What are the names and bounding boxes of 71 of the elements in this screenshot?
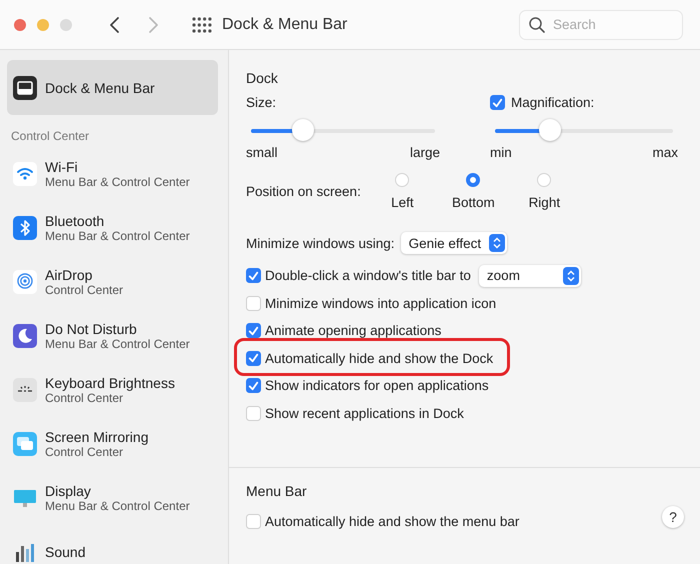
option-label: Show indicators for open applications — [265, 378, 489, 394]
grid-icon[interactable] — [192, 16, 212, 32]
screen-mirroring-icon — [13, 432, 37, 456]
item-title: Sound — [45, 544, 86, 560]
bluetooth-icon — [13, 216, 37, 240]
checkbox[interactable] — [246, 350, 261, 366]
sidebar-item[interactable]: Wi-Fi Menu Bar & Control Center — [7, 147, 218, 201]
item-subtitle: Menu Bar & Control Center — [45, 228, 190, 244]
section-label: Control Center — [10, 128, 90, 145]
position-radio[interactable]: Bottom — [438, 173, 509, 210]
position-radio[interactable]: Left — [366, 173, 438, 210]
option-label: Show recent applications in Dock — [265, 406, 464, 421]
keyboard-brightness-icon — [13, 378, 37, 402]
sidebar-item[interactable]: Screen Mirroring Control Center — [7, 417, 218, 471]
option-label: Automatically hide and show the Dock — [265, 350, 494, 366]
window-title: Dock & Menu Bar — [222, 16, 348, 34]
option-label: Double-click a window's title bar to — [265, 268, 471, 284]
sidebar-item[interactable]: Do Not Disturb Menu Bar & Control Center — [7, 309, 218, 363]
effect-dropdown[interactable]: Genie effect — [400, 232, 508, 254]
item-subtitle: Control Center — [45, 444, 124, 460]
checkbox[interactable] — [246, 514, 261, 530]
up-down-arrows-icon — [493, 237, 502, 249]
min-label: small — [246, 145, 278, 160]
option-label: Animate opening applications — [265, 323, 442, 338]
sidebar-item[interactable]: Display Menu Bar & Control Center — [7, 471, 218, 525]
airdrop-icon — [13, 270, 37, 294]
help-button[interactable]: ? — [662, 506, 684, 528]
wifi-icon — [13, 162, 37, 186]
item-subtitle: Menu Bar & Control Center — [45, 174, 190, 190]
item-subtitle: Control Center — [45, 282, 124, 298]
checkbox[interactable] — [246, 296, 261, 311]
item-title: AirDrop — [45, 266, 94, 282]
up-down-arrows-icon — [566, 270, 575, 282]
checkbox[interactable] — [246, 323, 261, 338]
item-title: Keyboard Brightness — [45, 374, 175, 390]
min-label: min — [490, 145, 512, 160]
minimize-label: Minimize windows using: — [246, 236, 395, 250]
item-title: Display — [45, 482, 92, 498]
max-label: large — [410, 145, 440, 160]
magnification-label: Magnification: — [511, 95, 594, 110]
search-field[interactable]: Search — [519, 10, 683, 40]
sidebar-item[interactable]: Bluetooth Menu Bar & Control Center — [7, 201, 218, 255]
max-label: max — [652, 145, 678, 160]
item-title: Screen Mirroring — [45, 428, 148, 444]
item-subtitle: Menu Bar & Control Center — [45, 336, 190, 352]
size-label: Size: — [246, 95, 278, 110]
action-dropdown[interactable]: zoom — [478, 264, 581, 287]
position-radio[interactable]: Right — [508, 173, 580, 210]
item-subtitle: Control Center — [45, 390, 124, 406]
section-heading: Menu Bar — [246, 483, 308, 499]
checkbox[interactable] — [246, 378, 261, 394]
section-heading: Dock — [246, 70, 279, 86]
magnification-checkbox[interactable] — [490, 95, 505, 110]
search-icon — [528, 16, 546, 34]
sidebar-item[interactable]: Sound — [7, 525, 218, 564]
moon-icon — [13, 324, 37, 348]
sidebar-item[interactable]: Dock & Menu Bar — [7, 60, 218, 115]
item-title: Bluetooth — [45, 212, 106, 228]
option-label: Minimize windows into application icon — [265, 296, 496, 311]
back-icon[interactable] — [108, 16, 122, 34]
close-window-button[interactable] — [14, 18, 26, 30]
sidebar-item[interactable]: AirDrop Control Center — [7, 255, 218, 309]
item-subtitle: Menu Bar & Control Center — [45, 498, 190, 514]
sidebar-item[interactable]: Keyboard Brightness Control Center — [7, 363, 218, 417]
option-label: Automatically hide and show the menu bar — [265, 514, 520, 530]
item-title: Wi-Fi — [45, 158, 79, 174]
dock-icon — [13, 76, 37, 100]
position-label: Position on screen: — [246, 184, 361, 199]
checkbox[interactable] — [246, 268, 261, 284]
checkbox[interactable] — [246, 406, 261, 421]
item-title: Do Not Disturb — [45, 320, 138, 336]
